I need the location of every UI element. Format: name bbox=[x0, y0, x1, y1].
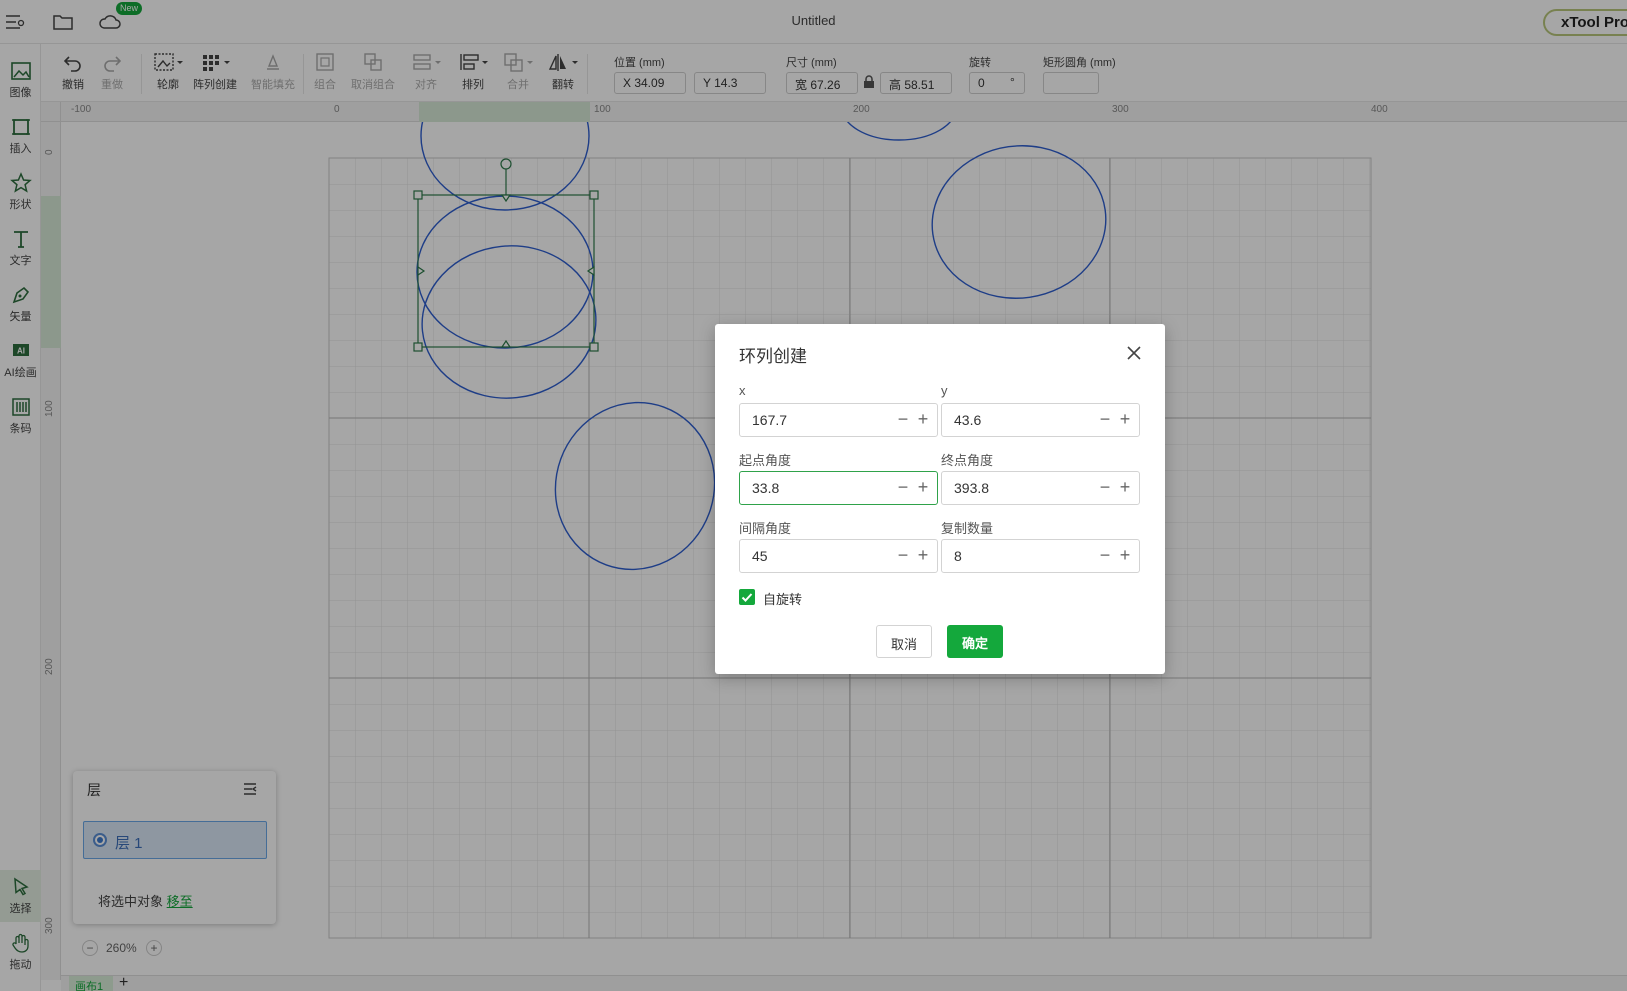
confirm-button[interactable]: 确定 bbox=[947, 625, 1003, 658]
x-increment-button[interactable]: + bbox=[915, 410, 931, 429]
y-input[interactable] bbox=[943, 405, 1083, 435]
start-angle-field[interactable]: − + bbox=[739, 471, 938, 505]
end-angle-field[interactable]: − + bbox=[941, 471, 1140, 505]
copy-count-label: 复制数量 bbox=[941, 521, 994, 536]
self-rotate-checkbox[interactable] bbox=[739, 589, 755, 605]
y-label: y bbox=[941, 383, 948, 398]
end-angle-increment-button[interactable]: + bbox=[1117, 478, 1133, 497]
cancel-button[interactable]: 取消 bbox=[876, 625, 932, 658]
interval-angle-label: 间隔角度 bbox=[739, 521, 792, 536]
x-decrement-button[interactable]: − bbox=[895, 410, 911, 429]
start-angle-increment-button[interactable]: + bbox=[915, 478, 931, 497]
start-angle-input[interactable] bbox=[741, 473, 881, 503]
interval-angle-decrement-button[interactable]: − bbox=[895, 546, 911, 565]
circular-array-dialog: 环列创建 x − + y − + 起点角度 − + 终点角度 − + 间隔角度 … bbox=[715, 324, 1165, 674]
end-angle-decrement-button[interactable]: − bbox=[1097, 478, 1113, 497]
copy-count-decrement-button[interactable]: − bbox=[1097, 546, 1113, 565]
y-increment-button[interactable]: + bbox=[1117, 410, 1133, 429]
y-decrement-button[interactable]: − bbox=[1097, 410, 1113, 429]
x-input[interactable] bbox=[741, 405, 881, 435]
y-field[interactable]: − + bbox=[941, 403, 1140, 437]
end-angle-input[interactable] bbox=[943, 473, 1083, 503]
start-angle-label: 起点角度 bbox=[739, 453, 792, 468]
dialog-title: 环列创建 bbox=[739, 347, 807, 366]
interval-angle-increment-button[interactable]: + bbox=[915, 546, 931, 565]
start-angle-decrement-button[interactable]: − bbox=[895, 478, 911, 497]
checkmark-icon bbox=[741, 593, 753, 602]
x-label: x bbox=[739, 383, 746, 398]
end-angle-label: 终点角度 bbox=[941, 453, 994, 468]
close-icon[interactable] bbox=[1125, 344, 1143, 362]
interval-angle-input[interactable] bbox=[741, 541, 881, 571]
self-rotate-label[interactable]: 自旋转 bbox=[763, 589, 802, 608]
interval-angle-field[interactable]: − + bbox=[739, 539, 938, 573]
copy-count-increment-button[interactable]: + bbox=[1117, 546, 1133, 565]
copy-count-input[interactable] bbox=[943, 541, 1083, 571]
copy-count-field[interactable]: − + bbox=[941, 539, 1140, 573]
x-field[interactable]: − + bbox=[739, 403, 938, 437]
